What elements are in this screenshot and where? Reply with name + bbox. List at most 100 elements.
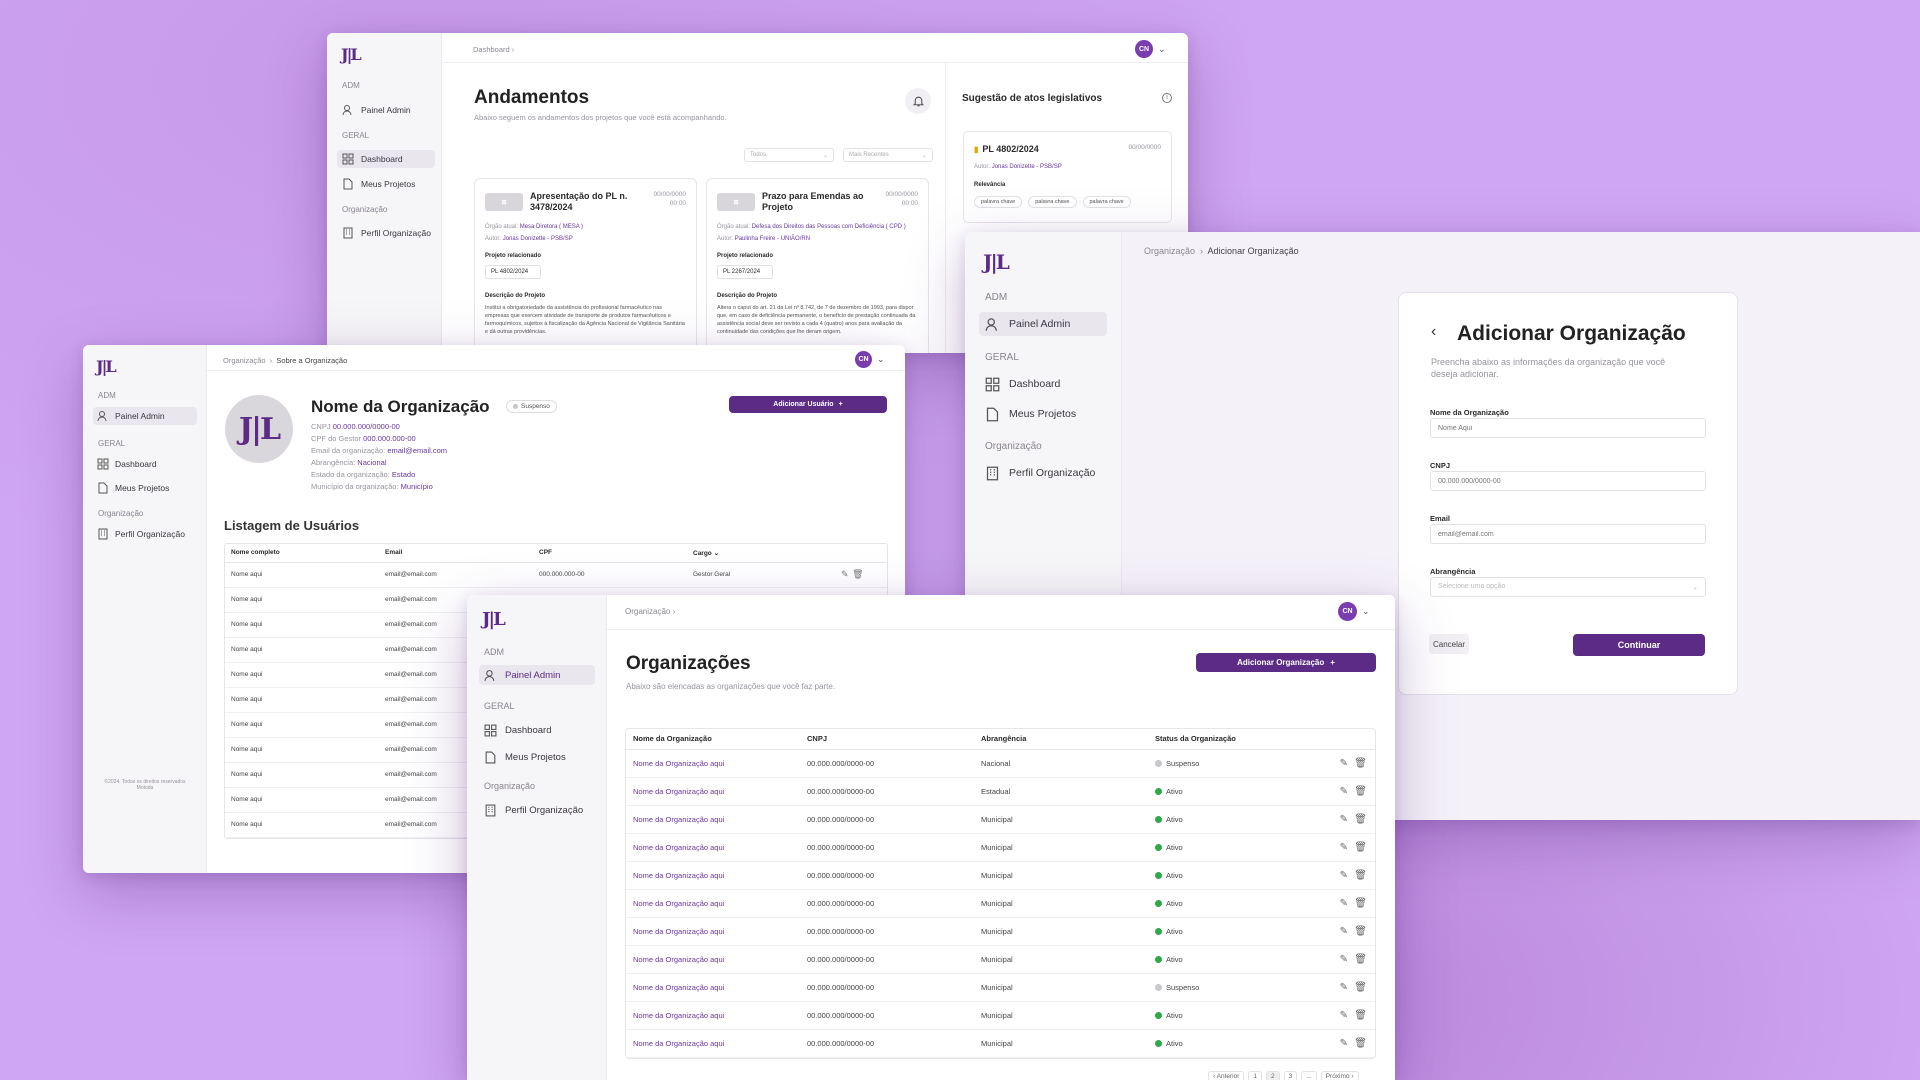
status-label: Ativo [1166, 1010, 1183, 1020]
organization-link[interactable]: Nome da Organização aqui [633, 927, 724, 936]
cancel-button[interactable]: Cancelar [1429, 634, 1469, 654]
cnpj-cell: 00.000.000/0000-00 [807, 954, 875, 964]
trash-icon[interactable]: 🗑 [1354, 982, 1367, 993]
user-menu[interactable]: CN ⌄ [1135, 40, 1166, 58]
trash-icon[interactable]: 🗑 [1354, 898, 1367, 909]
trash-icon[interactable]: 🗑 [1354, 926, 1367, 937]
projeto-chip[interactable]: PL 4802/2024 [485, 265, 541, 279]
column-header[interactable]: Cargo ⌄ [687, 544, 841, 562]
edit-icon[interactable]: ✎ [1340, 814, 1348, 825]
pagination-page[interactable]: 1 [1248, 1071, 1263, 1080]
abrangencia-select[interactable]: Selecione uma opção ⌄ [1430, 577, 1706, 597]
sidebar-item-dashboard[interactable]: Dashboard [479, 720, 595, 740]
sidebar-item-meus-projetos[interactable]: Meus Projetos [979, 402, 1107, 426]
trash-icon[interactable]: 🗑 [852, 569, 863, 579]
andamento-card[interactable]: ⊞ Prazo para Emendas ao Projeto 00/00/0000… [706, 178, 929, 353]
pagination-page[interactable]: ... [1301, 1071, 1317, 1080]
organization-link[interactable]: Nome da Organização aqui [633, 983, 724, 992]
sidebar-item-painel-admin[interactable]: Painel Admin [93, 407, 197, 425]
add-organization-button[interactable]: Adicionar Organização + [1196, 653, 1376, 672]
table-cell: Nome aqui [231, 596, 263, 603]
sidebar-item-label: Perfil Organização [115, 529, 185, 539]
orgao-link[interactable]: Defesa dos Direitos das Pessoas com Defi… [752, 224, 906, 230]
sidebar-item-painel-admin[interactable]: Painel Admin [337, 101, 435, 119]
trash-icon[interactable]: 🗑 [1354, 786, 1367, 797]
trash-icon[interactable]: 🗑 [1354, 758, 1367, 769]
user-menu[interactable]: CN ⌄ [855, 351, 885, 368]
continue-button[interactable]: Continuar [1573, 634, 1705, 656]
sidebar-item-dashboard[interactable]: Dashboard [337, 150, 435, 168]
sidebar-item-perfil-organizacao[interactable]: Perfil Organização [979, 461, 1107, 485]
organization-link[interactable]: Nome da Organização aqui [633, 787, 724, 796]
suggestion-autor[interactable]: Jonas Donizette - PSB/SP [992, 164, 1062, 170]
organization-link[interactable]: Nome da Organização aqui [633, 815, 724, 824]
breadcrumb-item[interactable]: Organização [625, 607, 670, 616]
orgao-link[interactable]: Mesa Diretora ( MESA ) [520, 224, 583, 230]
status-dot [1155, 983, 1162, 991]
edit-icon[interactable]: ✎ [1340, 954, 1348, 965]
sidebar-item-perfil-organizacao[interactable]: Perfil Organização [93, 525, 197, 543]
cnpj-cell: 00.000.000/0000-00 [807, 1010, 875, 1020]
pagination-page[interactable]: 2 [1266, 1071, 1280, 1080]
sidebar-item-meus-projetos[interactable]: Meus Projetos [479, 747, 595, 767]
add-user-button[interactable]: Adicionar Usuário + [729, 396, 887, 413]
sidebar-item-dashboard[interactable]: Dashboard [93, 455, 197, 473]
trash-icon[interactable]: 🗑 [1354, 870, 1367, 881]
organization-link[interactable]: Nome da Organização aqui [633, 899, 724, 908]
organization-link[interactable]: Nome da Organização aqui [633, 1039, 724, 1048]
edit-icon[interactable]: ✎ [1340, 982, 1348, 993]
breadcrumb-item[interactable]: Organização [223, 356, 266, 365]
edit-icon[interactable]: ✎ [1340, 926, 1348, 937]
organization-link[interactable]: Nome da Organização aqui [633, 843, 724, 852]
back-button[interactable]: ‹ [1431, 323, 1436, 341]
organization-link[interactable]: Nome da Organização aqui [633, 955, 724, 964]
organization-link[interactable]: Nome da Organização aqui [633, 871, 724, 880]
edit-icon[interactable]: ✎ [841, 569, 849, 579]
edit-icon[interactable]: ✎ [1340, 786, 1348, 797]
pagination-prev[interactable]: ‹ Anterior [1208, 1071, 1245, 1080]
notification-button[interactable] [905, 88, 931, 114]
sidebar-item-meus-projetos[interactable]: Meus Projetos [337, 175, 435, 193]
edit-icon[interactable]: ✎ [1340, 898, 1348, 909]
autor-link[interactable]: Paulinha Freire - UNIÃO/RN [735, 236, 810, 242]
trash-icon[interactable]: 🗑 [1354, 842, 1367, 853]
projeto-chip[interactable]: PL 2267/2024 [717, 265, 773, 279]
sidebar-item-perfil-organizacao[interactable]: Perfil Organização [479, 800, 595, 820]
organization-link[interactable]: Nome da Organização aqui [633, 1011, 724, 1020]
field-label: CPF do Gestor [311, 434, 362, 443]
trash-icon[interactable]: 🗑 [1354, 1010, 1367, 1021]
column-header-label: Email [385, 549, 403, 557]
edit-icon[interactable]: ✎ [1340, 870, 1348, 881]
sidebar-item-meus-projetos[interactable]: Meus Projetos [93, 479, 197, 497]
trash-icon[interactable]: 🗑 [1354, 814, 1367, 825]
edit-icon[interactable]: ✎ [1340, 1010, 1348, 1021]
edit-icon[interactable]: ✎ [1340, 1038, 1348, 1049]
chevron-down-icon: ⌄ [1362, 606, 1370, 616]
trash-icon[interactable]: 🗑 [1354, 1038, 1367, 1049]
trash-icon[interactable]: 🗑 [1354, 954, 1367, 965]
edit-icon[interactable]: ✎ [1340, 842, 1348, 853]
sidebar-item-painel-admin[interactable]: Painel Admin [979, 312, 1107, 336]
cnpj-input[interactable] [1430, 471, 1706, 491]
user-menu[interactable]: CN ⌄ [1338, 602, 1370, 621]
sidebar-item-dashboard[interactable]: Dashboard [979, 372, 1107, 396]
email-input[interactable] [1430, 524, 1706, 544]
pagination-next[interactable]: Próximo › [1320, 1071, 1359, 1080]
pagination-page[interactable]: 3 [1283, 1071, 1298, 1080]
breadcrumb-item[interactable]: Organização [1144, 246, 1195, 256]
suggestion-card[interactable]: ▮ PL 4802/2024 00/00/0000 Autor: Jonas Do… [963, 131, 1172, 223]
info-icon[interactable]: i [1162, 93, 1172, 103]
sidebar-item-painel-admin[interactable]: Painel Admin [479, 665, 595, 685]
filter-select[interactable]: Todos ⌄ [744, 148, 834, 162]
edit-icon[interactable]: ✎ [1340, 758, 1348, 769]
breadcrumb-item[interactable]: Dashboard [473, 45, 510, 54]
card-date: 00/00/0000 [653, 191, 686, 198]
status-label: Ativo [1166, 954, 1183, 964]
name-input[interactable] [1430, 418, 1706, 438]
sort-select[interactable]: Mais Recentes ⌄ [843, 148, 933, 162]
organization-link[interactable]: Nome da Organização aqui [633, 759, 724, 768]
sidebar-item-perfil-organizacao[interactable]: Perfil Organização [337, 224, 435, 242]
autor-link[interactable]: Jonas Donizette - PSB/SP [503, 236, 573, 242]
add-user-button-label: Adicionar Usuário [773, 401, 834, 408]
andamento-card[interactable]: ⊞ Apresentação do PL n. 3478/2024 00/00/00… [474, 178, 697, 353]
